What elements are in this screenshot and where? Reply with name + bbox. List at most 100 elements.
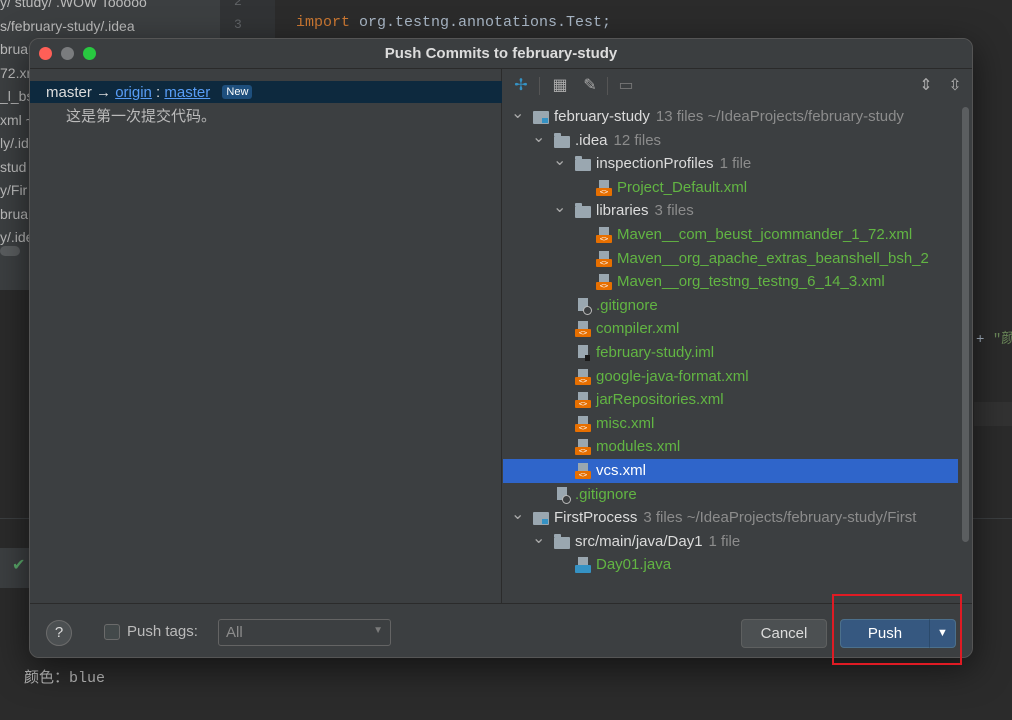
arrow-icon: → bbox=[96, 84, 112, 101]
toolbar-separator bbox=[607, 77, 608, 95]
background-project-line: 72.xr bbox=[0, 64, 32, 81]
chevron-down-icon[interactable]: ⌄ bbox=[553, 199, 566, 223]
test-passed-check-icon: ✔ bbox=[12, 557, 26, 574]
tree-vertical-scrollbar[interactable] bbox=[962, 107, 969, 542]
collapse-all-icon[interactable]: ⇳ bbox=[946, 77, 964, 95]
commit-message[interactable]: 这是第一次提交代码。 bbox=[66, 105, 216, 126]
dialog-titlebar: Push Commits to february-study bbox=[30, 39, 972, 69]
tree-row[interactable]: ⌄ FirstProcess 3 files ~/IdeaProjects/febr… bbox=[503, 506, 958, 530]
push-commits-dialog: Push Commits to february-study master → … bbox=[29, 38, 973, 658]
folder-icon bbox=[554, 132, 570, 148]
expand-pin-icon[interactable]: ✢ bbox=[512, 77, 530, 95]
background-code-fragment: + "颜 bbox=[976, 328, 1012, 348]
tree-row[interactable]: <> Project_Default.xml bbox=[503, 176, 958, 200]
ignored-file-icon bbox=[575, 297, 592, 315]
dialog-footer: ? Push tags: All ▼ Cancel Push ▼ bbox=[30, 603, 972, 657]
tree-item-meta: 3 files bbox=[654, 202, 694, 220]
xml-file-icon: <> bbox=[596, 274, 613, 291]
tree-item-meta: 1 file bbox=[719, 155, 752, 173]
dialog-title: Push Commits to february-study bbox=[384, 45, 618, 62]
tree-row[interactable]: <> compiler.xml bbox=[503, 317, 958, 341]
push-tags-label[interactable]: Push tags: bbox=[127, 623, 198, 640]
background-project-line: ly/.id bbox=[0, 135, 29, 151]
tree-row[interactable]: ⌄ inspectionProfiles 1 file bbox=[503, 152, 958, 176]
cancel-button[interactable]: Cancel bbox=[741, 619, 827, 648]
tree-row[interactable]: <> Maven__com_beust_jcommander_1_72.xml bbox=[503, 223, 958, 247]
tags-select[interactable]: All ▼ bbox=[218, 619, 391, 646]
tree-item-label: Maven__com_beust_jcommander_1_72.xml bbox=[617, 226, 913, 243]
gutter-line-number: 2 bbox=[234, 0, 242, 9]
tree-row[interactable]: .gitignore bbox=[503, 294, 958, 318]
background-project-line: s/february-study/.idea bbox=[0, 17, 135, 34]
edit-source-icon[interactable]: ✎ bbox=[581, 77, 599, 95]
folder-icon bbox=[575, 156, 591, 172]
tree-row[interactable]: ⌄ .idea 12 files bbox=[503, 129, 958, 153]
tree-item-label: src/main/java/Day1 1 file bbox=[575, 532, 741, 550]
code-fragment-op: + bbox=[976, 332, 993, 348]
tree-row[interactable]: <> jarRepositories.xml bbox=[503, 388, 958, 412]
chevron-down-icon[interactable]: ⌄ bbox=[532, 530, 545, 554]
tree-item-label: Project_Default.xml bbox=[617, 178, 748, 196]
tree-row[interactable]: february-study.iml bbox=[503, 341, 958, 365]
chevron-down-icon: ▼ bbox=[373, 625, 383, 636]
module-folder-icon bbox=[533, 512, 549, 526]
module-folder-icon bbox=[533, 111, 549, 124]
help-button[interactable]: ? bbox=[46, 620, 72, 646]
code-text: org.testng.annotations.Test; bbox=[350, 14, 612, 31]
tree-row[interactable]: ⌄ src/main/java/Day1 1 file bbox=[503, 530, 958, 554]
code-keyword: import bbox=[296, 14, 351, 31]
xml-file-icon: <> bbox=[575, 415, 592, 432]
ignored-file-icon bbox=[554, 486, 571, 504]
tree-item-meta: 1 file bbox=[708, 532, 741, 550]
chevron-down-icon[interactable]: ⌄ bbox=[511, 506, 524, 530]
gutter-line-number: 3 bbox=[234, 17, 242, 32]
toolbar-separator bbox=[539, 77, 540, 95]
tree-row[interactable]: <> Maven__org_apache_extras_beanshell_bsh… bbox=[503, 247, 958, 271]
remote-branch-link[interactable]: master bbox=[164, 84, 210, 101]
remote-link[interactable]: origin bbox=[115, 84, 152, 101]
chevron-down-icon[interactable]: ⌄ bbox=[532, 129, 545, 153]
tree-item-meta: 3 files ~/IdeaProjects/february-study/Fi… bbox=[643, 509, 917, 527]
local-branch: master bbox=[46, 84, 92, 101]
run-output-line: 颜色：blue bbox=[24, 670, 106, 687]
show-diff-icon[interactable]: ▭ bbox=[617, 77, 635, 95]
background-project-line: y/ study/ .WOW Tooooo bbox=[0, 0, 147, 10]
tree-item-meta: 13 files ~/IdeaProjects/february-study bbox=[655, 108, 904, 125]
xml-file-icon: <> bbox=[596, 250, 613, 267]
background-project-line: y/Fir bbox=[0, 182, 28, 198]
xml-file-icon: <> bbox=[575, 392, 592, 409]
tree-row[interactable]: <> vcs.xml bbox=[503, 459, 958, 483]
tree-item-label: compiler.xml bbox=[596, 320, 680, 338]
folder-icon bbox=[575, 203, 591, 219]
tree-item-label: february-study 13 files ~/IdeaProjects/fe… bbox=[554, 108, 904, 125]
tree-item-label: Maven__org_apache_extras_beanshell_bsh_2 bbox=[617, 249, 929, 267]
xml-file-icon: <> bbox=[596, 179, 613, 196]
tree-item-label: vcs.xml bbox=[596, 462, 646, 479]
branch-mapping: master → origin : master New bbox=[46, 84, 253, 101]
tree-row[interactable]: .gitignore bbox=[503, 483, 958, 507]
tree-row[interactable]: ⌄ february-study 13 files ~/IdeaProjects/f… bbox=[503, 105, 958, 129]
changes-toolbar: ✢ ▦ ✎ ▭ ⇕ ⇳ bbox=[503, 69, 972, 103]
tree-row[interactable]: ⌄ libraries 3 files bbox=[503, 199, 958, 223]
tree-row[interactable]: <> modules.xml bbox=[503, 435, 958, 459]
tree-row[interactable]: Day01.java bbox=[503, 553, 958, 577]
background-project-line: stud bbox=[0, 158, 27, 175]
tree-row[interactable]: <> Maven__org_testng_testng_6_14_3.xml bbox=[503, 270, 958, 294]
expand-all-icon[interactable]: ⇕ bbox=[917, 77, 935, 95]
branch-row[interactable]: master → origin : master New bbox=[30, 81, 502, 103]
tree-item-label: modules.xml bbox=[596, 438, 681, 456]
tree-item-label: .gitignore bbox=[575, 485, 637, 503]
changes-tree: ⌄ february-study 13 files ~/IdeaProjects/f… bbox=[503, 105, 958, 591]
tree-row[interactable]: <> misc.xml bbox=[503, 412, 958, 436]
tree-item-label: Maven__org_testng_testng_6_14_3.xml bbox=[617, 273, 885, 291]
xml-file-icon: <> bbox=[596, 227, 613, 243]
tree-item-label: misc.xml bbox=[596, 414, 655, 432]
group-by-icon[interactable]: ▦ bbox=[551, 77, 569, 95]
tree-row[interactable]: <> google-java-format.xml bbox=[503, 365, 958, 389]
chevron-down-icon[interactable]: ⌄ bbox=[511, 105, 524, 129]
push-tags-checkbox[interactable] bbox=[104, 624, 120, 640]
tree-item-label: .idea 12 files bbox=[575, 131, 662, 149]
chevron-down-icon[interactable]: ⌄ bbox=[553, 152, 566, 176]
tree-item-label: libraries 3 files bbox=[596, 202, 694, 220]
changes-panel: ✢ ▦ ✎ ▭ ⇕ ⇳ ⌄ february-study 13 files ~/Id… bbox=[503, 69, 972, 626]
